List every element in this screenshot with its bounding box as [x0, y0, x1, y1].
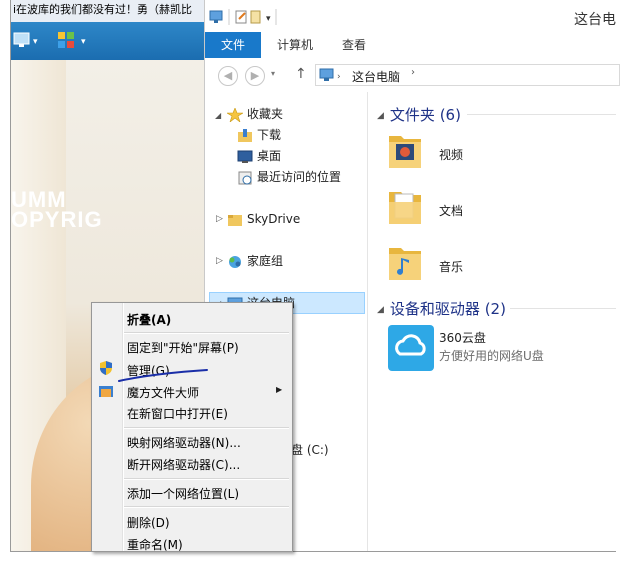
- cloud-drive-description: 方便好用的网络U盘: [439, 349, 544, 363]
- computer-icon: ›: [319, 68, 341, 82]
- address-input[interactable]: › 这台电脑 ›: [315, 64, 620, 86]
- expanded-arrow-icon: ◢: [377, 110, 384, 121]
- menu-separator: [124, 478, 289, 480]
- folders-group-header[interactable]: ◢ 文件夹 (6): [377, 104, 461, 125]
- nav-item-downloads[interactable]: 下载: [237, 125, 281, 145]
- monitor-icon[interactable]: ▾: [13, 31, 41, 49]
- menu-item-open-new-window[interactable]: 在新窗口中打开(E): [127, 405, 228, 422]
- menu-item-delete[interactable]: 删除(D): [127, 514, 170, 531]
- annotation-underline: [118, 369, 208, 382]
- apps-grid-icon[interactable]: ▾: [57, 31, 91, 49]
- svg-text:▾: ▾: [33, 37, 38, 47]
- menu-item-add-network-location[interactable]: 添加一个网络位置(L): [127, 485, 239, 502]
- address-bar-area: ◀ ▶ ▾ ↑ › 这台电脑 ›: [205, 58, 620, 92]
- nav-item-skydrive[interactable]: SkyDrive: [227, 209, 300, 229]
- menu-item-rename[interactable]: 重命名(M): [127, 536, 183, 553]
- downloads-folder-icon: [237, 128, 253, 143]
- devices-group-header[interactable]: ◢ 设备和驱动器 (2): [377, 298, 506, 319]
- expanded-arrow-icon: ◢: [377, 304, 384, 315]
- menu-separator: [124, 427, 289, 429]
- tab-file[interactable]: 文件: [205, 32, 261, 58]
- nav-label: 下载: [257, 128, 282, 142]
- folder-label-music[interactable]: 音乐: [439, 258, 463, 275]
- ribbon-tabs: 文件 计算机 查看: [205, 32, 616, 59]
- tab-view[interactable]: 查看: [329, 32, 379, 58]
- music-folder-icon[interactable]: [387, 240, 423, 282]
- nav-label: 家庭组: [247, 254, 284, 268]
- menu-item-magic-file[interactable]: 魔方文件大师: [127, 384, 199, 401]
- forward-button[interactable]: ▶: [245, 66, 265, 86]
- documents-folder-icon[interactable]: [387, 184, 423, 226]
- svg-text:▾: ▾: [266, 14, 271, 24]
- nav-label: 桌面: [257, 149, 282, 163]
- context-menu: 折叠(A) 固定到"开始"屏幕(P) 管理(G) 魔方文件大师 ▶ 在新窗口中打…: [91, 302, 293, 552]
- folder-label-documents[interactable]: 文档: [439, 202, 463, 219]
- menu-separator: [124, 506, 289, 508]
- magic-file-master-icon: [99, 386, 113, 397]
- tab-computer[interactable]: 计算机: [267, 32, 323, 58]
- menu-item-collapse[interactable]: 折叠(A): [127, 311, 171, 328]
- nav-item-desktop[interactable]: 桌面: [237, 146, 281, 166]
- nav-item-drive-c[interactable]: 盘 (C:): [291, 440, 329, 460]
- nav-label: 收藏夹: [247, 107, 284, 121]
- skydrive-folder-icon: [227, 213, 243, 227]
- path-chevron-icon[interactable]: ›: [411, 67, 415, 78]
- window-title: 这台电: [574, 12, 616, 28]
- nav-item-homegroup[interactable]: 家庭组: [227, 251, 283, 271]
- background-watermark-text: UMM OPYRIG: [11, 187, 103, 232]
- recent-locations-icon[interactable]: ▾: [271, 69, 275, 78]
- cloud-drive-item[interactable]: [387, 324, 435, 372]
- uac-shield-icon: [100, 361, 112, 375]
- menu-item-pin-start[interactable]: 固定到"开始"屏幕(P): [127, 339, 239, 356]
- svg-text:▾: ▾: [81, 37, 86, 47]
- quick-access-toolbar: ▾ 这台电: [205, 0, 616, 32]
- nav-item-recent[interactable]: 最近访问的位置: [237, 167, 341, 187]
- nav-label: SkyDrive: [247, 212, 301, 226]
- nav-item-favorites[interactable]: 收藏夹: [225, 104, 284, 124]
- homegroup-icon: [227, 255, 243, 269]
- submenu-arrow-icon: ▶: [276, 385, 283, 394]
- nav-label: 最近访问的位置: [257, 170, 342, 184]
- up-arrow-icon[interactable]: ↑: [295, 66, 307, 82]
- group-title: 文件夹 (6): [389, 106, 461, 124]
- pane-divider[interactable]: [367, 92, 368, 551]
- menu-item-disconnect-drive[interactable]: 断开网络驱动器(C)...: [127, 456, 240, 473]
- menu-separator: [124, 332, 289, 334]
- collapsed-arrow-icon[interactable]: ▷: [216, 256, 223, 266]
- background-app-toolbar: ▾ ▾: [11, 22, 206, 60]
- quick-access-icons[interactable]: ▾: [209, 9, 279, 25]
- star-icon: [225, 106, 245, 123]
- recent-places-icon: [237, 171, 253, 185]
- group-divider: [510, 308, 616, 309]
- cloud-drive-name[interactable]: 360云盘: [439, 329, 486, 346]
- address-path-text: 这台电脑: [352, 70, 401, 84]
- group-title: 设备和驱动器 (2): [389, 300, 506, 318]
- group-divider: [467, 114, 616, 115]
- 360-cloud-drive-icon: [388, 325, 434, 371]
- background-app-title: i在波库的我们都没有过！勇（赫凯比: [11, 0, 206, 22]
- back-button[interactable]: ◀: [218, 66, 238, 86]
- folder-label-video[interactable]: 视频: [439, 146, 463, 163]
- collapsed-arrow-icon[interactable]: ▷: [216, 214, 223, 224]
- svg-text:›: ›: [337, 72, 341, 82]
- video-folder-icon[interactable]: [387, 128, 423, 170]
- desktop-icon: [237, 150, 253, 164]
- menu-item-map-drive[interactable]: 映射网络驱动器(N)...: [127, 434, 241, 451]
- expanded-arrow-icon[interactable]: ◢: [215, 111, 221, 120]
